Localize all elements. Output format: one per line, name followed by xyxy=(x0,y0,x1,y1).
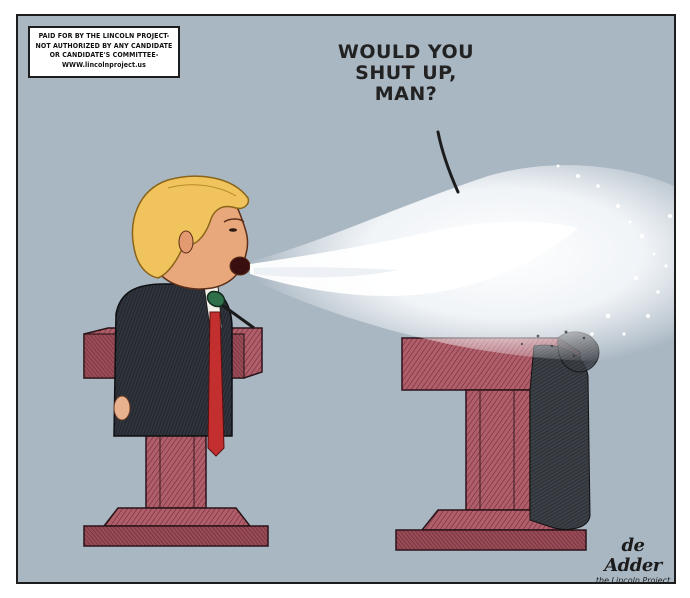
speech-line: MAN? xyxy=(374,83,438,105)
cartoon-frame: PAID FOR BY THE LINCOLN PROJECT- NOT AUT… xyxy=(16,14,676,584)
trump-figure xyxy=(113,175,255,457)
speech-line: WOULD YOU xyxy=(337,41,475,63)
disclaimer-line: OR CANDIDATE'S COMMITTEE- xyxy=(49,51,159,59)
disclaimer-line: PAID FOR BY THE LINCOLN PROJECT- xyxy=(38,32,170,40)
blown-away-figure xyxy=(529,331,600,530)
disclaimer-box: PAID FOR BY THE LINCOLN PROJECT- NOT AUT… xyxy=(28,26,180,78)
speech-pointer xyxy=(436,130,460,194)
speech-line: SHUT UP, xyxy=(355,62,457,84)
speech-text: WOULD YOU SHUT UP, MAN? xyxy=(326,42,486,105)
spray-blast xyxy=(248,164,674,362)
artist-signature: de Adder the Lincoln Project xyxy=(593,535,673,584)
signature-org: the Lincoln Project xyxy=(595,576,671,584)
disclaimer-line: WWW.lincolnproject.us xyxy=(61,60,146,69)
artist-name: de Adder xyxy=(604,535,662,576)
disclaimer-line: NOT AUTHORIZED BY ANY CANDIDATE xyxy=(35,41,173,50)
